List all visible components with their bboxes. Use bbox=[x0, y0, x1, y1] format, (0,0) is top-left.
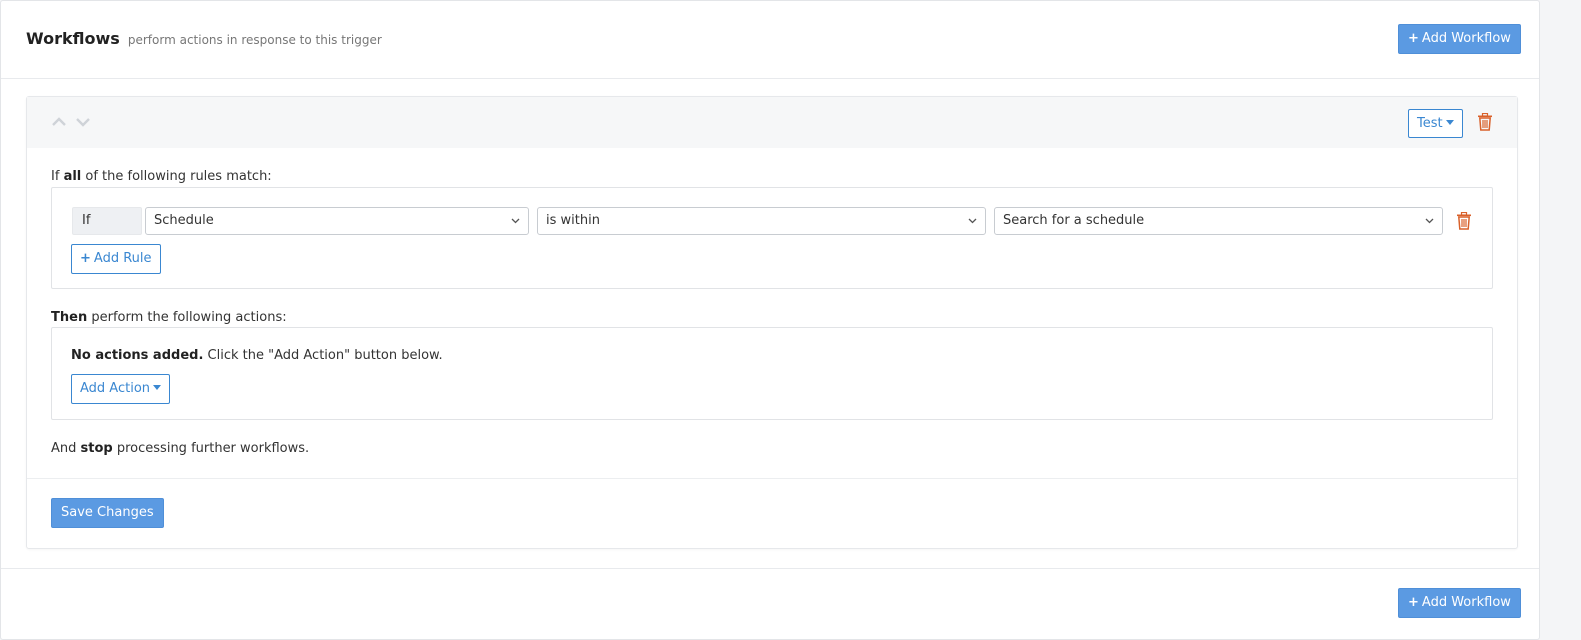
chevron-down-icon bbox=[511, 218, 520, 224]
stop-text-prefix: And bbox=[51, 441, 77, 456]
chevron-down-icon bbox=[968, 218, 977, 224]
rules-box: If Schedule is within Search for a sched… bbox=[51, 187, 1493, 289]
trash-icon[interactable] bbox=[1477, 113, 1493, 131]
add-action-label: Add Action bbox=[80, 381, 151, 396]
add-workflow-button-bottom[interactable]: + Add Workflow bbox=[1398, 588, 1521, 618]
rules-intro-prefix: If bbox=[51, 169, 60, 184]
actions-box: No actions added. Click the "Add Action"… bbox=[51, 327, 1493, 420]
panel-header: Workflows perform actions in response to… bbox=[1, 1, 1539, 79]
workflow-card: Test If all of the following rules match… bbox=[26, 96, 1518, 549]
workflows-panel: Workflows perform actions in response to… bbox=[0, 0, 1540, 640]
actions-intro-suffix: perform the following actions: bbox=[91, 310, 287, 325]
test-dropdown-button[interactable]: Test bbox=[1408, 109, 1463, 138]
save-changes-button[interactable]: Save Changes bbox=[51, 498, 164, 528]
add-rule-button[interactable]: + Add Rule bbox=[71, 244, 161, 274]
no-actions-message: No actions added. Click the "Add Action"… bbox=[71, 348, 443, 363]
stop-text-emphasis: stop bbox=[80, 441, 113, 456]
rule-field-value: Schedule bbox=[154, 213, 214, 228]
rule-value-placeholder: Search for a schedule bbox=[1003, 213, 1145, 228]
actions-intro-emphasis: Then bbox=[51, 310, 88, 325]
add-rule-label: Add Rule bbox=[93, 251, 152, 266]
rules-intro: If all of the following rules match: bbox=[51, 169, 272, 184]
rule-operator-select[interactable]: is within bbox=[537, 207, 986, 235]
add-workflow-label: Add Workflow bbox=[1421, 31, 1511, 46]
add-workflow-label: Add Workflow bbox=[1421, 595, 1511, 610]
title-text: Workflows bbox=[26, 29, 120, 48]
add-workflow-button-top[interactable]: + Add Workflow bbox=[1398, 24, 1521, 54]
chevron-up-icon[interactable] bbox=[51, 115, 67, 129]
page-title: Workflows perform actions in response to… bbox=[26, 29, 382, 48]
plus-icon: + bbox=[1408, 31, 1419, 46]
test-label: Test bbox=[1417, 116, 1443, 131]
workflow-card-header: Test bbox=[27, 97, 1517, 148]
no-actions-text: Click the "Add Action" button below. bbox=[207, 348, 443, 363]
trash-icon[interactable] bbox=[1456, 212, 1472, 230]
stop-processing-text: And stop processing further workflows. bbox=[51, 441, 309, 456]
rule-field-select[interactable]: Schedule bbox=[145, 207, 529, 235]
rule-if-label: If bbox=[72, 207, 142, 235]
no-actions-emphasis: No actions added. bbox=[71, 348, 204, 363]
rules-intro-emphasis: all bbox=[63, 169, 82, 184]
plus-icon: + bbox=[1408, 595, 1419, 610]
rule-operator-value: is within bbox=[546, 213, 600, 228]
plus-icon: + bbox=[80, 251, 91, 266]
card-footer-divider bbox=[27, 478, 1517, 479]
chevron-down-icon[interactable] bbox=[75, 115, 91, 129]
stop-text-suffix: processing further workflows. bbox=[116, 441, 310, 456]
actions-intro: Then perform the following actions: bbox=[51, 310, 287, 325]
add-action-button[interactable]: Add Action bbox=[71, 374, 171, 404]
caret-down-icon bbox=[1445, 120, 1454, 125]
caret-down-icon bbox=[153, 385, 162, 390]
save-changes-label: Save Changes bbox=[61, 505, 154, 520]
rule-value-select[interactable]: Search for a schedule bbox=[994, 207, 1443, 235]
panel-footer-divider bbox=[1, 568, 1539, 569]
rules-intro-suffix: of the following rules match: bbox=[85, 169, 272, 184]
chevron-down-icon bbox=[1425, 218, 1434, 224]
title-subtitle: perform actions in response to this trig… bbox=[127, 33, 382, 47]
